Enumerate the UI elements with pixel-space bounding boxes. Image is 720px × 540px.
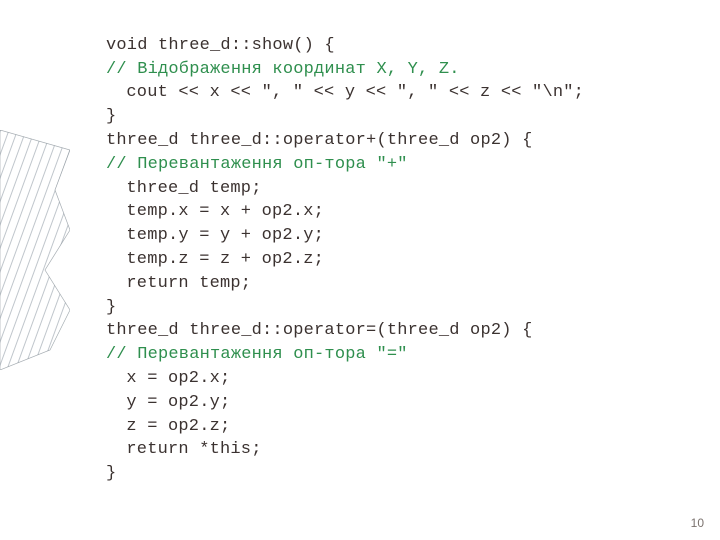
code-line: three_d three_d::operator=(three_d op2) … xyxy=(106,321,532,340)
decorative-pattern xyxy=(0,130,70,370)
code-line: three_d three_d::operator+(three_d op2) … xyxy=(106,131,532,150)
code-line: } xyxy=(106,298,116,317)
code-line: void three_d::show() { xyxy=(106,36,335,55)
code-block: void three_d::show() { // Відображення к… xyxy=(106,10,584,486)
code-line: temp.x = x + op2.x; xyxy=(126,202,324,221)
code-line: z = op2.z; xyxy=(126,417,230,436)
code-line: temp.y = y + op2.y; xyxy=(126,226,324,245)
code-line: x = op2.x; xyxy=(126,369,230,388)
code-line: y = op2.y; xyxy=(126,393,230,412)
code-line: } xyxy=(106,107,116,126)
code-comment: // Відображення координат X, Y, Z. xyxy=(106,60,460,79)
code-comment: // Перевантаження оп-тора "+" xyxy=(106,155,408,174)
code-line: temp.z = z + op2.z; xyxy=(126,250,324,269)
code-line: return temp; xyxy=(126,274,251,293)
slide: void three_d::show() { // Відображення к… xyxy=(0,0,720,540)
code-line: } xyxy=(106,464,116,483)
code-line: cout << x << ", " << y << ", " << z << "… xyxy=(126,83,584,102)
page-number: 10 xyxy=(691,516,704,530)
code-line: return *this; xyxy=(126,440,261,459)
code-line: three_d temp; xyxy=(126,179,261,198)
code-comment: // Перевантаження оп-тора "=" xyxy=(106,345,408,364)
